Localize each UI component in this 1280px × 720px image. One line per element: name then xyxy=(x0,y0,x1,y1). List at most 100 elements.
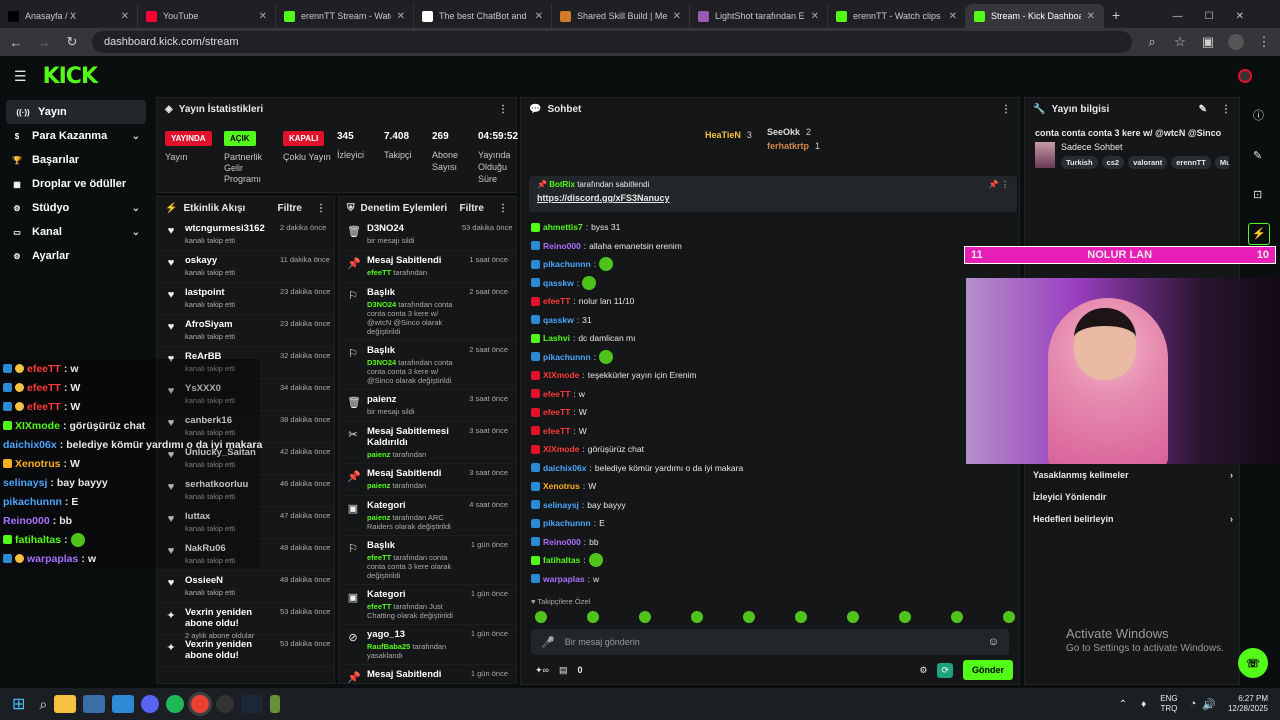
spotify-icon[interactable] xyxy=(166,695,185,713)
emote-icon[interactable] xyxy=(1003,611,1015,623)
top-gifter[interactable]: SeeOkk 2 xyxy=(767,127,811,137)
new-tab-icon[interactable]: + xyxy=(1112,7,1120,23)
stream-info-menu-item[interactable]: İzleyici Yönlendir xyxy=(1025,486,1239,508)
steam-icon[interactable] xyxy=(241,695,264,713)
chat-username[interactable]: XIXmode xyxy=(543,370,579,380)
emote-icon[interactable] xyxy=(639,611,651,623)
volume-icon[interactable]: 🔊 xyxy=(1202,698,1216,711)
reload-icon[interactable]: ↻ xyxy=(64,34,80,50)
stream-info-menu-item[interactable]: Hedefleri belirleyin › xyxy=(1025,508,1239,530)
tray-app-icon[interactable]: ♦ xyxy=(1141,699,1146,710)
stream-info-menu-item[interactable]: Yasaklanmış kelimeler › xyxy=(1025,464,1239,486)
moderation-filter-button[interactable]: Filtre xyxy=(460,203,484,214)
chat-username[interactable]: warpaplas xyxy=(543,574,585,584)
chat-username[interactable]: Xenotrus xyxy=(543,481,580,491)
notification-icon[interactable] xyxy=(1238,69,1252,83)
emote-icon[interactable] xyxy=(951,611,963,623)
start-icon[interactable]: ⊞ xyxy=(12,694,25,714)
moderation-menu-icon[interactable]: ⋮ xyxy=(498,203,508,214)
sidebar-item[interactable]: $ Para Kazanma ⌄ xyxy=(0,124,150,148)
info-icon[interactable]: ⓘ xyxy=(1253,107,1280,123)
chat-username[interactable]: efeeTT xyxy=(543,407,570,417)
tag[interactable]: cs2 xyxy=(1101,156,1125,169)
tab-close-icon[interactable]: ✕ xyxy=(811,11,819,22)
lightning-icon[interactable]: ⚡ xyxy=(1248,223,1270,245)
chat-username[interactable]: efeeTT xyxy=(543,296,570,306)
chat-input[interactable]: 🎤 Bir mesaj gönderin ☺ xyxy=(531,629,1009,655)
chat-settings-icon[interactable]: ⚙ xyxy=(919,665,927,676)
emote-icon[interactable] xyxy=(795,611,807,623)
sidebar-item[interactable]: 🏆 Başarılar xyxy=(0,148,150,172)
chat-username[interactable]: Reino000 xyxy=(543,241,581,251)
sidebar-item[interactable]: ▦ Droplar ve ödüller xyxy=(0,172,150,196)
chat-username[interactable]: pikachunnn xyxy=(543,518,591,528)
sidebar-item[interactable]: ▭ Kanal ⌄ xyxy=(0,220,150,244)
chat-username[interactable]: selinaysj xyxy=(543,500,579,510)
sidebar-item[interactable]: ((·)) Yayın xyxy=(6,100,146,124)
forward-icon[interactable]: → xyxy=(36,35,52,50)
wifi-icon[interactable]: ◔ xyxy=(1190,698,1197,710)
pencil-icon[interactable]: ✎ xyxy=(1253,149,1280,162)
browser-tab[interactable]: Stream - Kick Dashboard ✕ xyxy=(966,4,1104,28)
chat-username[interactable]: Lashvi xyxy=(543,333,570,343)
tray-chevron-icon[interactable]: ⌃ xyxy=(1119,699,1127,710)
clock[interactable]: 6:27 PM 12/28/2025 xyxy=(1228,694,1268,714)
mic-icon[interactable]: 🎤 xyxy=(541,636,555,649)
discord-icon[interactable] xyxy=(141,695,160,713)
emote-icon[interactable] xyxy=(691,611,703,623)
tab-close-icon[interactable]: ✕ xyxy=(259,11,267,22)
pinned-link[interactable]: https://discord.gg/xFS3Nanucy xyxy=(537,193,1009,203)
tag[interactable]: valorant xyxy=(1128,156,1168,169)
chat-username[interactable]: Reino000 xyxy=(543,537,581,547)
hamburger-icon[interactable]: ☰ xyxy=(14,68,27,85)
app-icon[interactable] xyxy=(112,695,135,713)
chat-username[interactable]: XIXmode xyxy=(543,444,579,454)
chat-username[interactable]: pikachunnn xyxy=(543,259,591,269)
chat-username[interactable]: qasskw xyxy=(543,278,574,288)
points-icon[interactable]: ✦∞ xyxy=(535,665,549,676)
zoom-icon[interactable]: ⌕ xyxy=(1144,34,1160,50)
activity-menu-icon[interactable]: ⋮ xyxy=(316,203,326,214)
browser-tab[interactable]: erennTT Stream - Watch L ✕ xyxy=(276,4,414,28)
emote-icon[interactable] xyxy=(743,611,755,623)
tab-close-icon[interactable]: ✕ xyxy=(1087,11,1095,22)
send-button[interactable]: Gönder xyxy=(962,660,1013,680)
emote-icon[interactable] xyxy=(899,611,911,623)
tab-close-icon[interactable]: ✕ xyxy=(673,11,681,22)
profile-avatar[interactable] xyxy=(1228,34,1244,50)
emote-icon[interactable] xyxy=(535,611,547,623)
language-indicator[interactable]: ENG TRQ xyxy=(1160,694,1177,714)
window-controls[interactable]: —☐✕ xyxy=(1173,11,1266,22)
stream-info-menu-icon[interactable]: ⋮ xyxy=(1221,104,1231,115)
obs-icon[interactable] xyxy=(216,695,235,713)
chat-username[interactable]: pikachunnn xyxy=(543,352,591,362)
chat-username[interactable]: efeeTT xyxy=(543,389,570,399)
sidebar-item[interactable]: ⚙ Stüdyo ⌄ xyxy=(0,196,150,220)
tag[interactable]: Turkish xyxy=(1061,156,1098,169)
browser-tab[interactable]: Anasayfa / X ✕ xyxy=(0,4,138,28)
refresh-icon[interactable]: ⟳ xyxy=(937,662,953,678)
top-gifter[interactable]: HeaTieN 3 xyxy=(705,130,752,140)
chrome-icon[interactable] xyxy=(191,695,210,713)
pen-icon[interactable] xyxy=(270,695,281,713)
stats-menu-icon[interactable]: ⋮ xyxy=(498,104,508,115)
browser-tab[interactable]: YouTube ✕ xyxy=(138,4,276,28)
browser-tab[interactable]: erennTT - Watch clips on ✕ xyxy=(828,4,966,28)
activity-filter-button[interactable]: Filtre xyxy=(278,203,302,214)
file-explorer-icon[interactable] xyxy=(54,695,77,713)
chat-menu-icon[interactable]: ⋮ xyxy=(1001,104,1011,115)
chat-username[interactable]: daichix06x xyxy=(543,463,586,473)
search-icon[interactable]: ⌕ xyxy=(39,696,47,713)
tab-close-icon[interactable]: ✕ xyxy=(949,11,957,22)
edit-icon[interactable]: ✎ xyxy=(1199,104,1207,115)
gift-icon[interactable]: ▤ xyxy=(559,665,568,676)
tag[interactable]: Mu xyxy=(1214,156,1229,169)
browser-tab[interactable]: LightShot tarafından Ekra ✕ xyxy=(690,4,828,28)
pinned-message[interactable]: 📌 BotRix tarafından sabitlendi 📌 ⋮ https:… xyxy=(529,176,1017,212)
tab-close-icon[interactable]: ✕ xyxy=(121,11,129,22)
kick-logo[interactable]: KICK xyxy=(43,64,98,89)
support-chat-button[interactable]: ☏ xyxy=(1238,648,1268,678)
chat-username[interactable]: qasskw xyxy=(543,315,574,325)
url-field[interactable]: dashboard.kick.com/stream xyxy=(92,31,1132,53)
camera-icon[interactable]: ⊡ xyxy=(1253,188,1280,201)
